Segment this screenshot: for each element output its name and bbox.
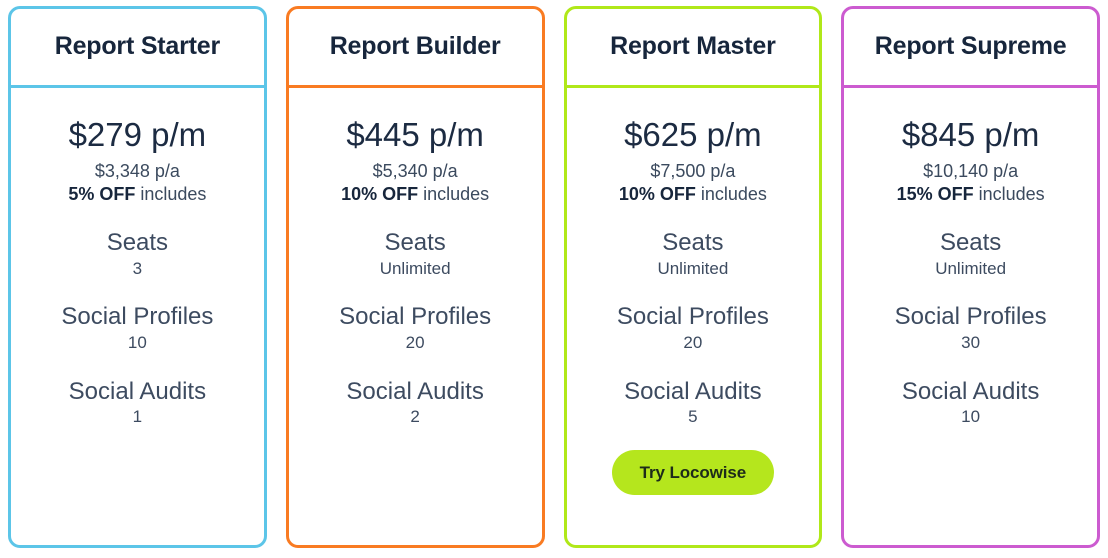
plan-feature-label: Social Profiles xyxy=(339,303,492,331)
plan-feature-value: 2 xyxy=(410,407,420,427)
plan-feature-value: 10 xyxy=(961,407,981,427)
plan-feature-value: Unlimited xyxy=(379,258,451,278)
plan-feature-value: 1 xyxy=(132,407,143,427)
plan-card-report-starter[interactable]: Report Starter $279 p/m $3,348 p/a 5% OFF i… xyxy=(8,6,267,548)
plan-discount-badge: 10% OFF xyxy=(341,184,419,205)
plan-title: Report Supreme xyxy=(874,32,1067,61)
plan-card-report-supreme[interactable]: Report Supreme $845 p/m $10,140 p/a 15% OFF… xyxy=(841,6,1100,548)
plan-discount-line: 10% OFF includes xyxy=(619,184,767,205)
plan-card-report-builder[interactable]: Report Builder $445 p/m $5,340 p/a 10% OFF … xyxy=(285,6,545,548)
plan-feature-label: Seats xyxy=(384,229,446,257)
plan-feature: Social Profiles 20 xyxy=(297,303,534,353)
plan-title: Report Starter xyxy=(54,32,221,61)
plan-feature-label: Social Profiles xyxy=(61,303,214,331)
plan-title: Report Builder xyxy=(329,32,501,61)
plan-price-annual: $3,348 p/a xyxy=(94,160,180,181)
plan-price-monthly: $279 p/m xyxy=(68,116,207,153)
plan-discount-suffix: includes xyxy=(418,184,490,205)
plan-feature-value: 30 xyxy=(961,333,981,353)
plan-feature: Seats Unlimited xyxy=(297,229,534,279)
plan-feature-label: Social Profiles xyxy=(894,303,1047,331)
plan-body: $445 p/m $5,340 p/a 10% OFF includes Seats U… xyxy=(289,88,542,545)
plan-price-monthly: $445 p/m xyxy=(346,116,484,153)
plan-feature: Seats Unlimited xyxy=(852,229,1089,279)
plan-feature: Social Profiles 30 xyxy=(852,303,1089,353)
plan-header: Report Master xyxy=(566,9,820,88)
plan-feature-label: Social Profiles xyxy=(616,303,769,331)
plan-feature-label: Seats xyxy=(106,229,169,257)
plan-feature-value: 3 xyxy=(132,258,143,278)
plan-discount-badge: 10% OFF xyxy=(618,184,696,205)
plan-feature-label: Social Audits xyxy=(624,377,762,405)
plan-header: Report Supreme xyxy=(844,9,1097,88)
plan-feature-value: 10 xyxy=(127,333,147,353)
plan-feature: Seats 3 xyxy=(19,229,256,279)
plan-discount-line: 10% OFF includes xyxy=(341,184,489,205)
plan-card-report-master[interactable]: Report Master $625 p/m $7,500 p/a 10% OFF i… xyxy=(563,6,823,548)
plan-body: $845 p/m $10,140 p/a 15% OFF includes Seats… xyxy=(844,88,1097,545)
plan-price-monthly: $845 p/m xyxy=(901,116,1040,153)
plan-feature: Social Audits 1 xyxy=(19,377,256,428)
plan-feature: Seats Unlimited xyxy=(575,229,812,279)
plan-cta-container: Try Locowise xyxy=(575,449,812,495)
plan-price-monthly: $625 p/m xyxy=(624,116,762,153)
plan-feature-value: 20 xyxy=(405,333,425,353)
plan-title: Report Master xyxy=(610,32,776,61)
plan-discount-badge: 5% OFF xyxy=(68,184,136,205)
plan-feature: Social Profiles 10 xyxy=(19,303,256,353)
plan-feature-label: Social Audits xyxy=(346,377,484,405)
plan-discount-suffix: includes xyxy=(695,184,767,205)
plan-price-annual: $10,140 p/a xyxy=(923,160,1019,181)
plan-discount-suffix: includes xyxy=(135,184,207,205)
plan-feature-label: Social Audits xyxy=(68,377,207,405)
plan-feature: Social Audits 5 xyxy=(575,377,812,428)
try-locowise-button[interactable]: Try Locowise xyxy=(611,449,775,495)
plan-discount-suffix: includes xyxy=(973,184,1045,205)
plan-discount-line: 15% OFF includes xyxy=(897,184,1045,205)
plan-feature: Social Profiles 20 xyxy=(575,303,812,353)
plan-feature: Social Audits 2 xyxy=(297,377,534,428)
plan-discount-badge: 15% OFF xyxy=(896,184,974,205)
plan-header: Report Builder xyxy=(288,9,542,88)
plan-discount-line: 5% OFF includes xyxy=(68,184,206,205)
plan-body: $279 p/m $3,348 p/a 5% OFF includes Seats 3 S… xyxy=(11,88,264,545)
pricing-plans-grid: Report Starter $279 p/m $3,348 p/a 5% OFF i… xyxy=(0,0,1108,558)
plan-price-annual: $7,500 p/a xyxy=(650,160,736,181)
plan-feature-value: 20 xyxy=(683,333,703,353)
plan-feature: Social Audits 10 xyxy=(852,377,1089,428)
plan-feature-value: 5 xyxy=(688,407,698,427)
plan-price-annual: $5,340 p/a xyxy=(372,160,458,181)
plan-header: Report Starter xyxy=(11,9,264,88)
plan-feature-value: Unlimited xyxy=(657,258,729,278)
plan-feature-label: Social Audits xyxy=(901,377,1040,405)
plan-feature-value: Unlimited xyxy=(935,258,1007,278)
plan-body: $625 p/m $7,500 p/a 10% OFF includes Seats U… xyxy=(567,88,820,545)
plan-feature-label: Seats xyxy=(939,229,1002,257)
plan-feature-label: Seats xyxy=(662,229,724,257)
